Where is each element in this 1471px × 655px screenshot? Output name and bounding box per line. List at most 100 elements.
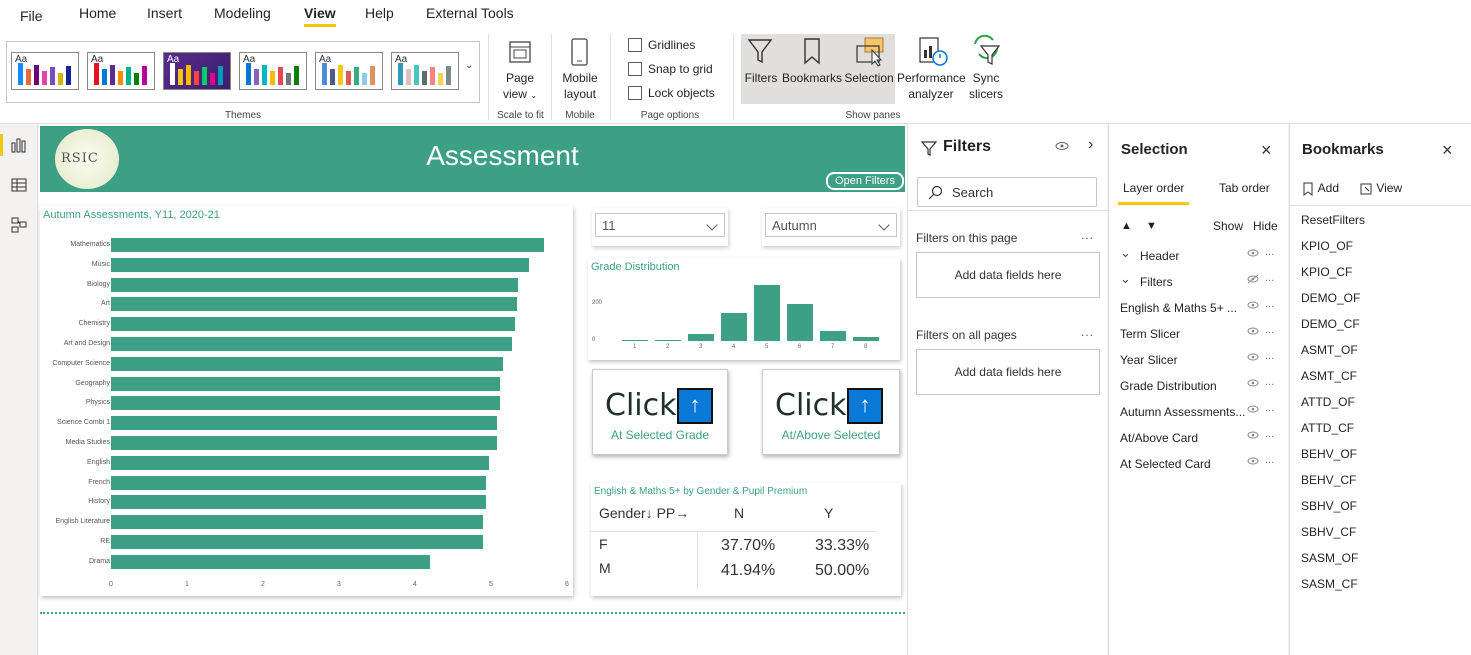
bar[interactable] bbox=[754, 284, 780, 341]
visibility-eye-icon[interactable] bbox=[1247, 352, 1259, 365]
bar[interactable] bbox=[111, 455, 489, 470]
visibility-eye-icon[interactable] bbox=[1247, 326, 1259, 339]
selection-icon[interactable] bbox=[854, 36, 886, 68]
bookmark-item[interactable]: ATTD_CF bbox=[1301, 421, 1354, 435]
data-view-icon[interactable] bbox=[11, 177, 27, 193]
filters-funnel-icon[interactable] bbox=[746, 36, 774, 66]
term-slicer-dropdown[interactable]: Autumn bbox=[765, 213, 897, 237]
sync-label-2[interactable]: slicers bbox=[966, 86, 1006, 102]
add-fields-all-dropzone[interactable]: Add data fields here bbox=[916, 349, 1100, 395]
gender-pp-matrix[interactable]: English & Maths 5+ by Gender & Pupil Pre… bbox=[591, 483, 901, 596]
bar[interactable] bbox=[111, 475, 486, 490]
move-up-icon[interactable]: ▲ bbox=[1121, 220, 1132, 232]
bar[interactable] bbox=[111, 535, 483, 549]
bar[interactable] bbox=[111, 337, 513, 351]
bar[interactable] bbox=[111, 297, 517, 312]
theme-thumbnail[interactable]: Aa bbox=[11, 52, 79, 90]
menu-modeling[interactable]: Modeling bbox=[214, 5, 271, 21]
year-slicer[interactable]: 11 bbox=[592, 208, 728, 246]
sync-slicers-icon[interactable] bbox=[969, 34, 1003, 68]
mobile-layout-icon[interactable] bbox=[569, 36, 591, 68]
lock-objects-checkbox[interactable] bbox=[628, 86, 642, 100]
selection-item[interactable]: Grade Distribution... bbox=[1109, 376, 1289, 398]
bookmarks-pane-button[interactable]: Bookmarks bbox=[781, 70, 843, 86]
snap-to-grid-label[interactable]: Snap to grid bbox=[648, 62, 713, 76]
bar[interactable] bbox=[655, 340, 681, 341]
year-slicer-dropdown[interactable]: 11 bbox=[595, 213, 725, 237]
bar[interactable] bbox=[111, 436, 498, 450]
perf-label-2[interactable]: analyzer bbox=[897, 86, 965, 102]
selection-pane-button[interactable]: Selection bbox=[843, 70, 895, 86]
themes-expand-icon[interactable]: ⌄ bbox=[465, 60, 473, 71]
bar[interactable] bbox=[111, 376, 501, 391]
close-icon[interactable]: × bbox=[1261, 140, 1272, 161]
eye-icon[interactable] bbox=[1055, 140, 1069, 152]
selection-item[interactable]: At/Above Card... bbox=[1109, 428, 1289, 450]
show-all-button[interactable]: Show bbox=[1213, 219, 1243, 233]
at-selected-card[interactable]: Click ↑ At Selected Grade bbox=[592, 369, 728, 455]
model-view-icon[interactable] bbox=[11, 217, 27, 233]
theme-thumbnail[interactable]: Aa bbox=[239, 52, 307, 90]
lock-objects-label[interactable]: Lock objects bbox=[648, 86, 715, 100]
more-options-icon[interactable]: ... bbox=[1265, 272, 1274, 284]
hide-all-button[interactable]: Hide bbox=[1253, 219, 1278, 233]
selection-item[interactable]: ⌄ Header... bbox=[1109, 245, 1289, 268]
menu-insert[interactable]: Insert bbox=[147, 5, 182, 21]
bar[interactable] bbox=[721, 312, 747, 341]
gridlines-checkbox[interactable] bbox=[628, 38, 642, 52]
bookmark-item[interactable]: BEHV_OF bbox=[1301, 447, 1357, 461]
filters-pane-button[interactable]: Filters bbox=[741, 70, 781, 86]
bookmark-icon[interactable] bbox=[800, 36, 824, 66]
menu-home[interactable]: Home bbox=[79, 5, 116, 21]
visibility-eye-icon[interactable] bbox=[1247, 404, 1259, 417]
visibility-eye-icon[interactable] bbox=[1247, 274, 1259, 287]
perf-label-1[interactable]: Performance bbox=[897, 70, 966, 86]
autumn-assessments-chart[interactable]: Autumn Assessments, Y11, 2020-21 Mathema… bbox=[40, 206, 573, 596]
more-options-icon[interactable]: ... bbox=[1265, 402, 1274, 414]
menu-help[interactable]: Help bbox=[365, 5, 394, 21]
theme-thumbnail[interactable]: Aa bbox=[315, 52, 383, 90]
selection-item[interactable]: Term Slicer... bbox=[1109, 324, 1289, 346]
bar[interactable] bbox=[820, 330, 846, 341]
bookmark-item[interactable]: ResetFilters bbox=[1301, 213, 1365, 227]
bar[interactable] bbox=[111, 277, 518, 292]
bookmark-item[interactable]: DEMO_OF bbox=[1301, 291, 1360, 305]
collapse-chevron-icon[interactable]: › bbox=[1088, 136, 1093, 154]
more-options-icon[interactable]: ... bbox=[1265, 376, 1274, 388]
more-options-icon[interactable]: ... bbox=[1265, 246, 1274, 258]
more-options-icon[interactable]: ... bbox=[1265, 428, 1274, 440]
bar[interactable] bbox=[111, 317, 516, 332]
open-filters-button[interactable]: Open Filters bbox=[826, 172, 904, 190]
bookmark-item[interactable]: ASMT_OF bbox=[1301, 343, 1358, 357]
tab-layer-order[interactable]: Layer order bbox=[1117, 181, 1190, 205]
report-view-icon[interactable] bbox=[11, 137, 27, 153]
add-bookmark-button[interactable]: Add bbox=[1301, 181, 1339, 196]
visibility-eye-icon[interactable] bbox=[1247, 456, 1259, 469]
bar[interactable] bbox=[111, 416, 498, 431]
bookmark-item[interactable]: DEMO_CF bbox=[1301, 317, 1360, 331]
selection-item[interactable]: Year Slicer... bbox=[1109, 350, 1289, 372]
bookmark-item[interactable]: SBHV_CF bbox=[1301, 525, 1356, 539]
tab-tab-order[interactable]: Tab order bbox=[1219, 181, 1270, 195]
close-icon[interactable]: × bbox=[1442, 140, 1453, 161]
selection-item[interactable]: ⌄ Filters... bbox=[1109, 271, 1289, 294]
theme-thumbnail[interactable]: Aa bbox=[87, 52, 155, 90]
filters-search-input[interactable]: Search bbox=[917, 177, 1097, 207]
bookmark-item[interactable]: BEHV_CF bbox=[1301, 473, 1356, 487]
add-fields-page-dropzone[interactable]: Add data fields here bbox=[916, 252, 1100, 298]
view-bookmarks-button[interactable]: View bbox=[1359, 181, 1402, 196]
bookmark-item[interactable]: SASM_CF bbox=[1301, 577, 1358, 591]
bar[interactable] bbox=[111, 238, 545, 252]
selection-item[interactable]: Autumn Assessments...... bbox=[1109, 402, 1289, 424]
more-options-icon[interactable]: ... bbox=[1265, 324, 1274, 336]
menu-external-tools[interactable]: External Tools bbox=[426, 5, 514, 21]
more-options-icon[interactable]: ... bbox=[1081, 325, 1094, 339]
mobile-layout-label-2[interactable]: layout bbox=[557, 86, 603, 102]
visibility-eye-icon[interactable] bbox=[1247, 430, 1259, 443]
visibility-eye-icon[interactable] bbox=[1247, 248, 1259, 261]
more-options-icon[interactable]: ... bbox=[1081, 228, 1094, 242]
bar[interactable] bbox=[111, 495, 486, 510]
selection-item[interactable]: English & Maths 5+ ...... bbox=[1109, 298, 1289, 320]
page-view-button[interactable]: view ⌄ bbox=[498, 86, 542, 104]
page-view-icon[interactable] bbox=[506, 38, 534, 66]
